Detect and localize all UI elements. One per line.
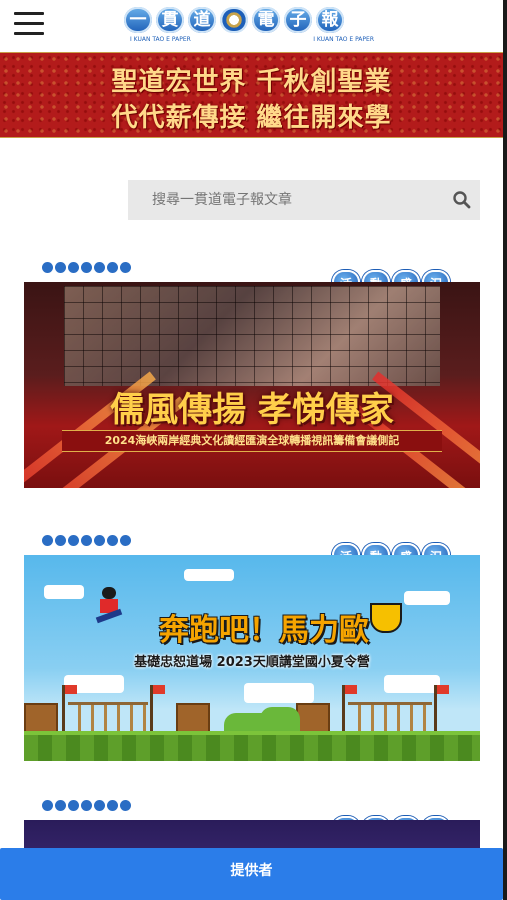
mini-logo	[42, 535, 131, 546]
mini-logo	[42, 262, 131, 273]
trophy-icon	[370, 603, 402, 633]
logo-subtitle-left: I KUAN TAO E PAPER	[130, 36, 191, 43]
video-conference-grid	[64, 286, 440, 386]
article-subline: 2024海峽兩岸經典文化讀經匯演全球轉播視訊籌備會議側記	[62, 430, 442, 452]
logo-char: 報	[316, 7, 344, 33]
banner-line-1: 聖道宏世界 千秋創聖業	[111, 67, 392, 97]
ground-terrain	[24, 731, 480, 761]
mini-logo	[42, 800, 131, 811]
top-bar: 一 貫 道 電 子 報 I KUAN TAO E PAPER I KUAN TA…	[0, 0, 503, 50]
hamburger-menu-icon[interactable]	[14, 12, 44, 36]
article-headline: 儒風傳揚 孝悌傳家	[110, 390, 394, 430]
search-box	[128, 180, 480, 220]
logo-char: 子	[284, 7, 312, 33]
logo-char: 貫	[156, 7, 184, 33]
search-icon[interactable]	[450, 188, 474, 212]
article-image[interactable]: 奔跑吧！馬力歐 基礎忠恕道場 2023天順講堂國小夏令營	[24, 555, 480, 761]
banner-line-2: 代代薪傳接 繼往開來學	[111, 103, 392, 133]
logo-subtitle-right: I KUAN TAO E PAPER	[313, 36, 374, 43]
logo-char: 電	[252, 7, 280, 33]
window-edge	[503, 0, 507, 900]
page: 一 貫 道 電 子 報 I KUAN TAO E PAPER I KUAN TA…	[0, 0, 503, 900]
site-logo[interactable]: 一 貫 道 電 子 報 I KUAN TAO E PAPER I KUAN TA…	[124, 6, 380, 46]
provider-button[interactable]: 提供者	[0, 848, 503, 900]
article-subline: 基礎忠恕道場 2023天順講堂國小夏令營	[134, 655, 370, 670]
search-input[interactable]	[128, 180, 452, 220]
logo-emblem-icon	[220, 7, 248, 33]
logo-char: 一	[124, 7, 152, 33]
logo-char: 道	[188, 7, 216, 33]
article-image[interactable]: 儒風傳揚 孝悌傳家 2024海峽兩岸經典文化讀經匯演全球轉播視訊籌備會議側記	[24, 282, 480, 488]
hero-banner: 聖道宏世界 千秋創聖業 代代薪傳接 繼往開來學	[0, 52, 503, 138]
